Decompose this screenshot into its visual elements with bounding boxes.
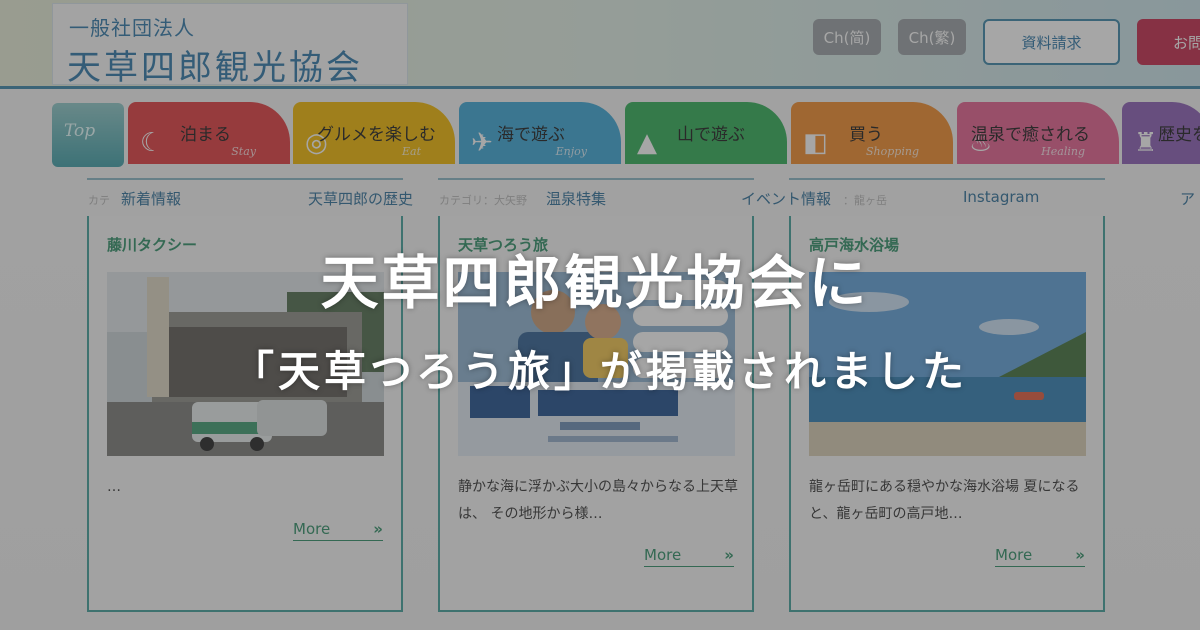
announcement-line-1: 天草四郎観光協会に — [320, 249, 870, 317]
announcement-overlay: 天草四郎観光協会に 「天草つろう旅」が掲載されました — [0, 0, 1200, 630]
announcement-line-2: 「天草つろう旅」が掲載されました — [231, 347, 968, 396]
